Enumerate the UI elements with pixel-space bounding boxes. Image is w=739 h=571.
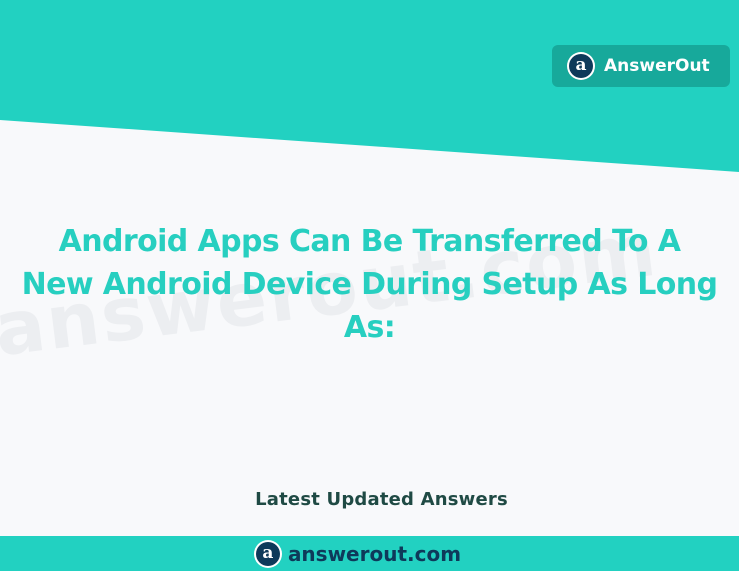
answerout-logo-icon: a bbox=[253, 539, 282, 568]
top-teal-band bbox=[0, 0, 739, 172]
brand-badge[interactable]: a AnswerOut bbox=[552, 45, 730, 87]
answerout-logo-icon: a bbox=[567, 52, 595, 80]
logo-letter: a bbox=[569, 54, 593, 78]
footer-url: answerout.com bbox=[287, 541, 462, 566]
title-line: As: bbox=[343, 310, 396, 345]
latest-updated-answers-heading: Latest Updated Answers bbox=[255, 489, 508, 510]
footer-bar: a answerout.com bbox=[0, 536, 739, 571]
footer-brand-link[interactable]: a answerout.com bbox=[253, 539, 462, 568]
brand-name: AnswerOut bbox=[604, 56, 710, 76]
title-line: New Android Device During Setup As Long bbox=[21, 267, 718, 302]
page-title: Android Apps Can Be Transferred To A New… bbox=[0, 220, 739, 349]
title-line: Android Apps Can Be Transferred To A bbox=[58, 224, 681, 259]
logo-letter: a bbox=[255, 541, 280, 566]
